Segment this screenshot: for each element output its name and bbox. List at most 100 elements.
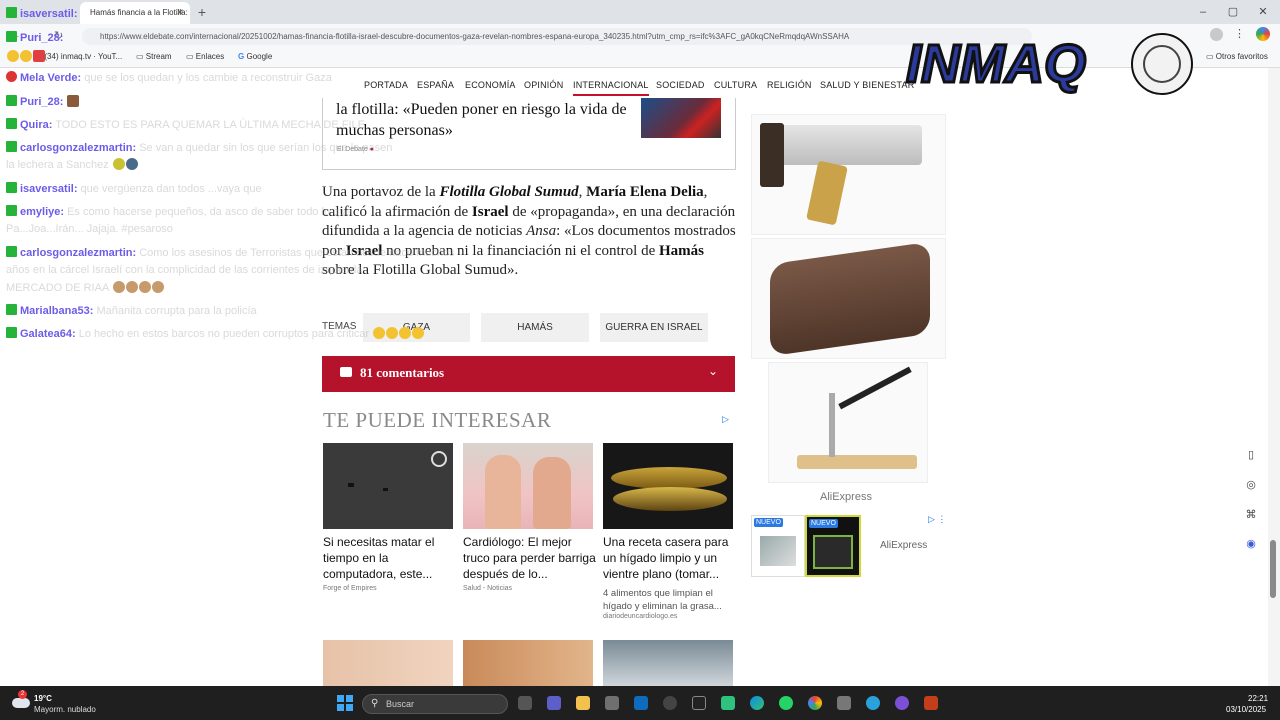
weather-desc[interactable]: Mayorm. nublado — [34, 705, 96, 714]
assistant-icon[interactable]: ◉ — [1243, 536, 1259, 552]
app-icon[interactable] — [895, 696, 909, 710]
nav-portada[interactable]: PORTADA — [364, 80, 408, 90]
card-4-image[interactable] — [323, 640, 453, 686]
apps-icon[interactable]: ⌘ — [1243, 507, 1259, 523]
ad-brand-label[interactable]: AliExpress — [820, 491, 872, 503]
chat-text: Mañanita corrupta para la policía — [96, 305, 257, 317]
clock-date[interactable]: 03/10/2025 — [1226, 705, 1266, 714]
app-icon[interactable] — [692, 696, 706, 710]
text: Israel — [471, 203, 509, 220]
weather-badge: 2 — [18, 690, 27, 699]
close-window-button[interactable]: ✕ — [1248, 2, 1278, 22]
metal-post — [829, 393, 835, 457]
weather-cloud-icon[interactable]: 2 — [12, 690, 30, 708]
chat-text: la lechera a Sanchez — [6, 159, 109, 171]
nav-sociedad[interactable]: SOCIEDAD — [656, 80, 705, 90]
ad-brand-label[interactable]: AliExpress — [880, 540, 927, 551]
chat-user: Mela Verde: — [20, 72, 82, 84]
tag-guerra-israel[interactable]: GUERRA EN ISRAEL — [600, 313, 708, 342]
edge-icon[interactable] — [750, 696, 764, 710]
card-6-image[interactable] — [603, 640, 733, 686]
wooden-stand — [770, 241, 930, 357]
pistol-grip — [806, 160, 848, 226]
app-icon[interactable] — [721, 696, 735, 710]
windows-start-icon[interactable] — [337, 695, 353, 711]
chrome-icon[interactable] — [808, 696, 822, 710]
chat-user: carlosgonzalezmartin: — [20, 247, 137, 259]
store-icon[interactable] — [605, 696, 619, 710]
emote-icon — [67, 95, 80, 107]
chat-user: Galatea64: — [20, 328, 76, 340]
clock-time[interactable]: 22:21 — [1248, 694, 1268, 703]
banana-figure — [613, 487, 727, 511]
copilot-icon[interactable] — [1256, 27, 1270, 41]
nav-internacional[interactable]: INTERNACIONAL — [573, 80, 649, 96]
new-badge: NUEVO — [809, 519, 838, 528]
chat-message: Puri_28: — [6, 31, 63, 45]
ad-product-2[interactable]: NUEVO — [805, 515, 861, 577]
chat-text: Es como hacerse pequeños, da asco de sab… — [67, 206, 352, 218]
menu-icon[interactable]: ⋮ — [1234, 27, 1245, 40]
card-1-image[interactable] — [323, 443, 453, 529]
related-article-image[interactable] — [641, 98, 721, 138]
person-figure — [533, 457, 571, 529]
app-icon[interactable] — [837, 696, 851, 710]
clapping-emoji-icon — [412, 327, 425, 339]
weather-temp[interactable]: 19°C — [34, 694, 52, 703]
teams-icon[interactable] — [547, 696, 561, 710]
chat-text: MERCADO DE RIAA — [6, 282, 109, 294]
adchoices-icon[interactable]: ▷ ⋮ — [928, 514, 946, 525]
file-explorer-icon[interactable] — [576, 696, 590, 710]
other-bookmarks[interactable]: ▭ Otros favoritos — [1206, 52, 1268, 61]
channel-logo: INMAQ — [905, 33, 1193, 96]
chat-message: la lechera a Sanchez — [6, 158, 138, 172]
app-icon[interactable] — [663, 696, 677, 710]
banana-figure — [611, 467, 727, 489]
powerpoint-icon[interactable] — [924, 696, 938, 710]
share-icon[interactable]: ◎ — [1243, 477, 1259, 493]
chat-message: emyliye: Es como hacerse pequeños, da as… — [6, 205, 351, 219]
card-5-image[interactable] — [463, 640, 593, 686]
chat-text: que vergüenza dan todos ...vaya que — [80, 183, 262, 195]
ad-nutcracker[interactable] — [768, 362, 928, 483]
nav-cultura[interactable]: CULTURA — [714, 80, 757, 90]
chevron-down-icon[interactable]: ⌄ — [708, 364, 718, 378]
adchoices-icon[interactable]: ▷ — [722, 414, 729, 425]
clapping-emoji-icon — [373, 327, 386, 339]
minimize-button[interactable]: – — [1188, 2, 1218, 22]
related-article-title[interactable]: la flotilla: «Pueden poner en riesgo la … — [336, 99, 636, 141]
taskbar-search[interactable] — [362, 694, 508, 714]
ad-pistol[interactable] — [751, 114, 946, 235]
product-figure — [760, 536, 796, 566]
nav-economia[interactable]: ECONOMÍA — [465, 80, 516, 90]
ad-product-1[interactable]: NUEVO — [751, 515, 805, 577]
nav-religion[interactable]: RELIGIÓN — [767, 80, 812, 90]
profile-avatar[interactable] — [1210, 28, 1223, 41]
telegram-icon[interactable] — [866, 696, 880, 710]
task-view-icon[interactable] — [518, 696, 532, 710]
tag-hamas[interactable]: HAMÁS — [481, 313, 589, 342]
card-3-image[interactable] — [603, 443, 733, 529]
maximize-button[interactable]: ▢ — [1218, 2, 1248, 22]
card-3-title[interactable]: Una receta casera para un hígado limpio … — [603, 534, 737, 582]
emote-icon — [112, 281, 125, 293]
chat-user: Marialbana53: — [20, 305, 94, 317]
scrollbar-thumb[interactable] — [1270, 540, 1276, 598]
insect-figure — [348, 483, 354, 487]
chat-message: carlosgonzalezmartin: Como los asesinos … — [6, 246, 455, 260]
reading-list-icon[interactable]: ▯ — [1243, 447, 1259, 463]
start-tile — [337, 704, 344, 711]
nav-espana[interactable]: ESPAÑA — [417, 80, 454, 90]
chat-text: que se los quedan y los cambie a reconst… — [84, 72, 332, 84]
card-1-title[interactable]: Si necesitas matar el tiempo en la compu… — [323, 534, 457, 582]
ad-coffee-stand[interactable] — [751, 238, 946, 359]
nav-opinion[interactable]: OPINIÓN — [524, 80, 563, 90]
card-2-title[interactable]: Cardiólogo: El mejor truco para perder b… — [463, 534, 597, 582]
whatsapp-icon[interactable] — [779, 696, 793, 710]
outlook-icon[interactable] — [634, 696, 648, 710]
chat-message: MERCADO DE RIAA — [6, 281, 164, 295]
chat-user: Puri_28: — [20, 32, 64, 44]
card-2-image[interactable] — [463, 443, 593, 529]
comments-label[interactable]: 81 comentarios — [360, 365, 444, 381]
search-placeholder[interactable]: Buscar — [386, 699, 414, 709]
